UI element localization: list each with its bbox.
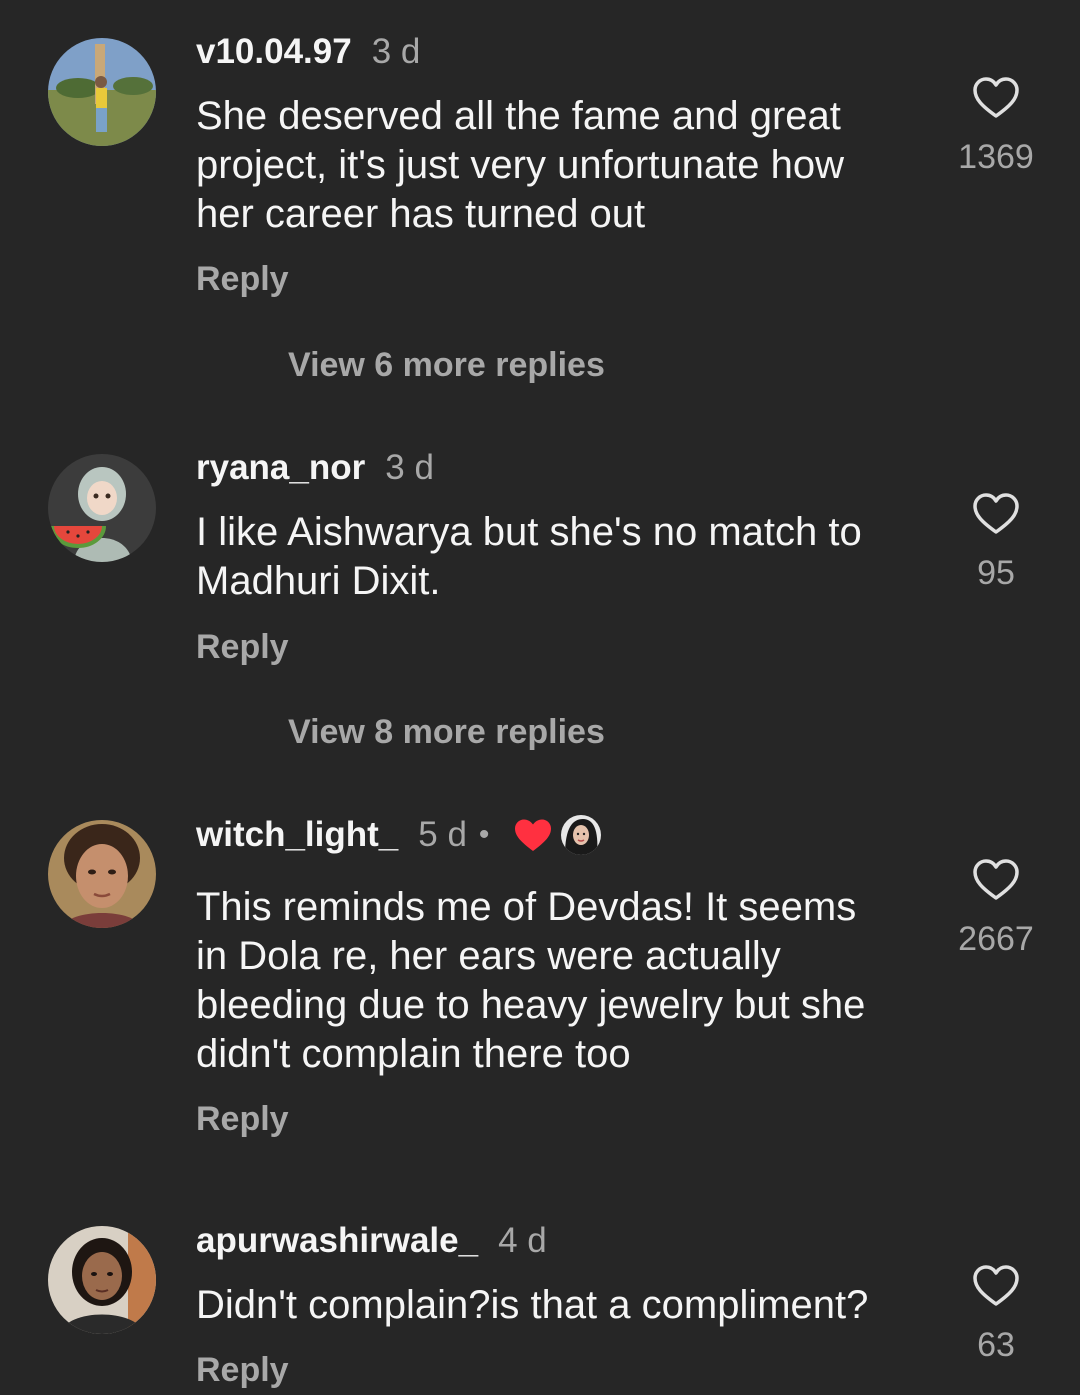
reply-button[interactable]: Reply bbox=[196, 1100, 289, 1139]
heart-outline-icon[interactable] bbox=[972, 858, 1020, 902]
timestamp: 4 d bbox=[498, 1221, 547, 1260]
separator-dot: • bbox=[478, 818, 490, 851]
view-replies-button[interactable]: View 8 more replies bbox=[288, 713, 605, 752]
heart-outline-icon[interactable] bbox=[972, 1264, 1020, 1308]
username[interactable]: witch_light_ bbox=[196, 815, 398, 855]
comment-text: I like Aishwarya but she's no match to M… bbox=[196, 510, 862, 603]
heart-outline-icon[interactable] bbox=[972, 76, 1020, 120]
like-column: 1369 bbox=[940, 76, 1052, 177]
reply-button[interactable]: Reply bbox=[196, 260, 289, 299]
comment-header: ryana_nor 3 d bbox=[196, 446, 434, 490]
reply-button[interactable]: Reply bbox=[196, 1351, 289, 1390]
like-count: 1369 bbox=[958, 138, 1034, 176]
username[interactable]: apurwashirwale_ bbox=[196, 1221, 478, 1261]
timestamp: 5 d bbox=[418, 815, 467, 854]
avatar-image bbox=[48, 1226, 156, 1334]
like-count: 95 bbox=[977, 554, 1015, 592]
like-count: 63 bbox=[977, 1326, 1015, 1364]
view-replies-button[interactable]: View 6 more replies bbox=[288, 346, 605, 385]
comment-text: She deserved all the fame and great proj… bbox=[196, 94, 844, 236]
avatar[interactable] bbox=[48, 820, 156, 928]
avatar-image bbox=[48, 820, 156, 928]
reply-button[interactable]: Reply bbox=[196, 628, 289, 667]
heart-outline-icon[interactable] bbox=[972, 492, 1020, 536]
avatar[interactable] bbox=[48, 454, 156, 562]
comment-header: witch_light_ 5 d • bbox=[196, 813, 602, 857]
like-count: 2667 bbox=[958, 920, 1034, 958]
avatar[interactable] bbox=[48, 1226, 156, 1334]
avatar[interactable] bbox=[48, 38, 156, 146]
like-column: 2667 bbox=[940, 858, 1052, 959]
like-column: 63 bbox=[940, 1264, 1052, 1365]
creator-avatar bbox=[561, 815, 602, 855]
heart-filled-icon bbox=[515, 819, 552, 851]
avatar-image bbox=[48, 38, 156, 146]
comment-header: apurwashirwale_ 4 d bbox=[196, 1219, 547, 1263]
avatar-image bbox=[48, 454, 156, 562]
like-column: 95 bbox=[940, 492, 1052, 593]
timestamp: 3 d bbox=[371, 32, 421, 71]
comment-text: Didn't complain?is that a compliment? bbox=[196, 1283, 869, 1327]
username[interactable]: ryana_nor bbox=[196, 448, 365, 488]
timestamp: 3 d bbox=[385, 448, 434, 487]
username[interactable]: v10.04.97 bbox=[196, 32, 352, 72]
comment-header: v10.04.97 3 d bbox=[196, 30, 420, 74]
comment-text: This reminds me of Devdas! It seems in D… bbox=[196, 885, 866, 1076]
